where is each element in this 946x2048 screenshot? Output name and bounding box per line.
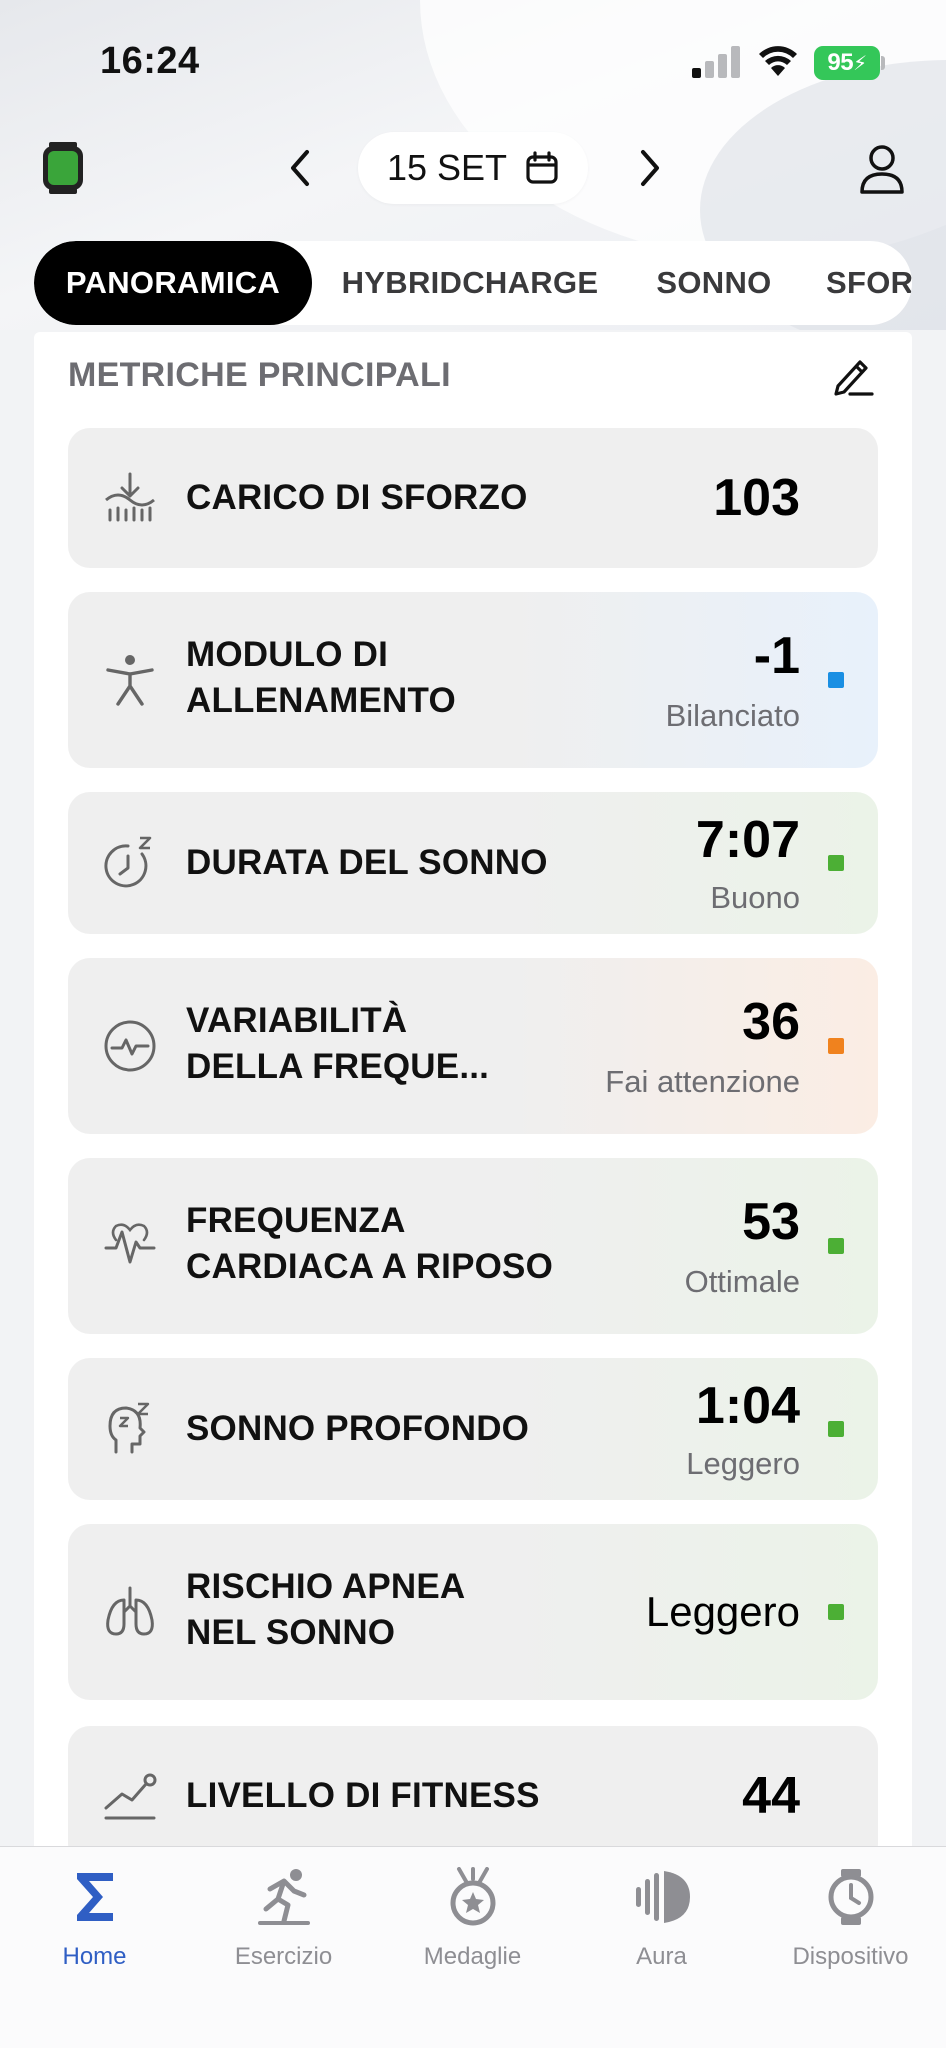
lungs-icon bbox=[106, 1586, 154, 1636]
metric-status: Fai attenzione bbox=[605, 1064, 800, 1099]
nav-label: Aura bbox=[636, 1943, 687, 1970]
status-indicator bbox=[828, 1604, 844, 1620]
metric-value: Leggero bbox=[645, 1588, 800, 1635]
metric-label: DURATA DEL SONNO bbox=[186, 843, 548, 882]
previous-day-button[interactable] bbox=[278, 146, 322, 190]
metric-label: MODULO DI ALLENAMENTO bbox=[186, 635, 456, 720]
metric-label: VARIABILITÀ DELLA FREQUE... bbox=[186, 1001, 490, 1086]
nav-label: Esercizio bbox=[234, 1943, 333, 1970]
status-indicator bbox=[828, 1421, 844, 1437]
nav-home[interactable]: Home bbox=[0, 1867, 189, 1987]
cellular-signal-icon bbox=[692, 46, 742, 78]
deep-sleep-icon bbox=[108, 1402, 150, 1454]
metric-card-variabilita-frequenza[interactable]: VARIABILITÀ DELLA FREQUE... 36 Fai attenz… bbox=[68, 958, 878, 1134]
metric-status: Bilanciato bbox=[665, 698, 800, 733]
date-selector[interactable]: 15 SET bbox=[358, 132, 588, 204]
date-label: 15 SET bbox=[386, 147, 508, 188]
nav-label: Dispositivo bbox=[792, 1943, 909, 1970]
battery-icon: 95 ⚡ bbox=[814, 46, 880, 80]
metric-label: FREQUENZA CARDIACA A RIPOSO bbox=[186, 1201, 554, 1286]
next-day-button[interactable] bbox=[628, 146, 672, 190]
status-time: 16:24 bbox=[100, 40, 200, 82]
device-icon[interactable] bbox=[40, 142, 86, 194]
metric-status: Buono bbox=[710, 880, 800, 915]
tab-bar: PANORAMICA HYBRIDCHARGE SONNO SFOR bbox=[34, 241, 912, 325]
metric-card-durata-sonno[interactable]: DURATA DEL SONNO 7:07 Buono bbox=[68, 792, 878, 934]
calendar-icon bbox=[526, 151, 558, 184]
tab-sforzo[interactable]: SFOR bbox=[826, 241, 912, 325]
metric-card-rischio-apnea[interactable]: RISCHIO APNEA NEL SONNO Leggero bbox=[68, 1524, 878, 1700]
metric-label: SONNO PROFONDO bbox=[186, 1409, 530, 1448]
edit-pencil-icon[interactable] bbox=[830, 352, 876, 398]
tab-hybridcharge[interactable]: HYBRIDCHARGE bbox=[324, 241, 616, 325]
status-indicator bbox=[828, 1238, 844, 1254]
status-indicator bbox=[828, 1038, 844, 1054]
heart-rate-icon bbox=[104, 1223, 156, 1264]
figure-icon bbox=[106, 655, 154, 706]
runner-icon bbox=[257, 1869, 310, 1925]
metric-value: 7:07 bbox=[695, 811, 800, 869]
tab-sonno[interactable]: SONNO bbox=[634, 241, 794, 325]
metric-status: Ottimale bbox=[684, 1264, 800, 1299]
status-indicator bbox=[828, 855, 844, 871]
metric-card-frequenza-riposo[interactable]: FREQUENZA CARDIACA A RIPOSO 53 Ottimale bbox=[68, 1158, 878, 1334]
metric-value: 36 bbox=[742, 993, 800, 1051]
metric-status: Leggero bbox=[686, 1446, 800, 1481]
nav-label: Home bbox=[62, 1943, 127, 1970]
watch-icon bbox=[828, 1869, 873, 1925]
wifi-icon bbox=[759, 46, 797, 76]
fitness-trend-icon bbox=[104, 1773, 157, 1820]
nav-label: Medaglie bbox=[423, 1943, 522, 1970]
metric-label: LIVELLO DI FITNESS bbox=[186, 1776, 540, 1815]
training-load-icon bbox=[105, 472, 155, 522]
metric-card-livello-fitness[interactable]: LIVELLO DI FITNESS 44 bbox=[68, 1726, 878, 1866]
metric-label: CARICO DI SFORZO bbox=[186, 478, 528, 517]
metric-value: -1 bbox=[753, 627, 800, 685]
nav-dispositivo[interactable]: Dispositivo bbox=[756, 1867, 945, 1987]
tab-panoramica[interactable]: PANORAMICA bbox=[34, 241, 312, 325]
metric-card-carico-sforzo[interactable]: CARICO DI SFORZO 103 bbox=[68, 428, 878, 568]
status-bar: 16:24 95 ⚡ bbox=[0, 0, 946, 120]
bottom-navigation: Home Esercizio Medaglie Aura Dispositivo bbox=[0, 1846, 946, 2048]
nav-medaglie[interactable]: Medaglie bbox=[378, 1867, 567, 1987]
aura-icon bbox=[635, 1871, 690, 1923]
chevron-left-icon bbox=[291, 150, 309, 186]
metric-value: 103 bbox=[713, 469, 800, 527]
status-indicator bbox=[828, 672, 844, 688]
section-title: METRICHE PRINCIPALI bbox=[68, 356, 451, 394]
hrv-icon bbox=[104, 1020, 156, 1072]
metric-value: 1:04 bbox=[695, 1377, 800, 1435]
chevron-right-icon bbox=[641, 150, 659, 186]
metric-value: 44 bbox=[742, 1767, 800, 1825]
nav-aura[interactable]: Aura bbox=[567, 1867, 756, 1987]
battery-level: 95 bbox=[827, 49, 854, 76]
sleep-clock-icon bbox=[104, 836, 152, 888]
profile-icon[interactable] bbox=[854, 140, 910, 196]
metric-card-sonno-profondo[interactable]: SONNO PROFONDO 1:04 Leggero bbox=[68, 1358, 878, 1500]
nav-esercizio[interactable]: Esercizio bbox=[189, 1867, 378, 1987]
metric-card-modulo-allenamento[interactable]: MODULO DI ALLENAMENTO -1 Bilanciato bbox=[68, 592, 878, 768]
metric-value: 53 bbox=[742, 1193, 800, 1251]
metric-label: RISCHIO APNEA NEL SONNO bbox=[186, 1567, 466, 1652]
medal-icon bbox=[450, 1867, 495, 1926]
sigma-icon bbox=[76, 1873, 113, 1921]
